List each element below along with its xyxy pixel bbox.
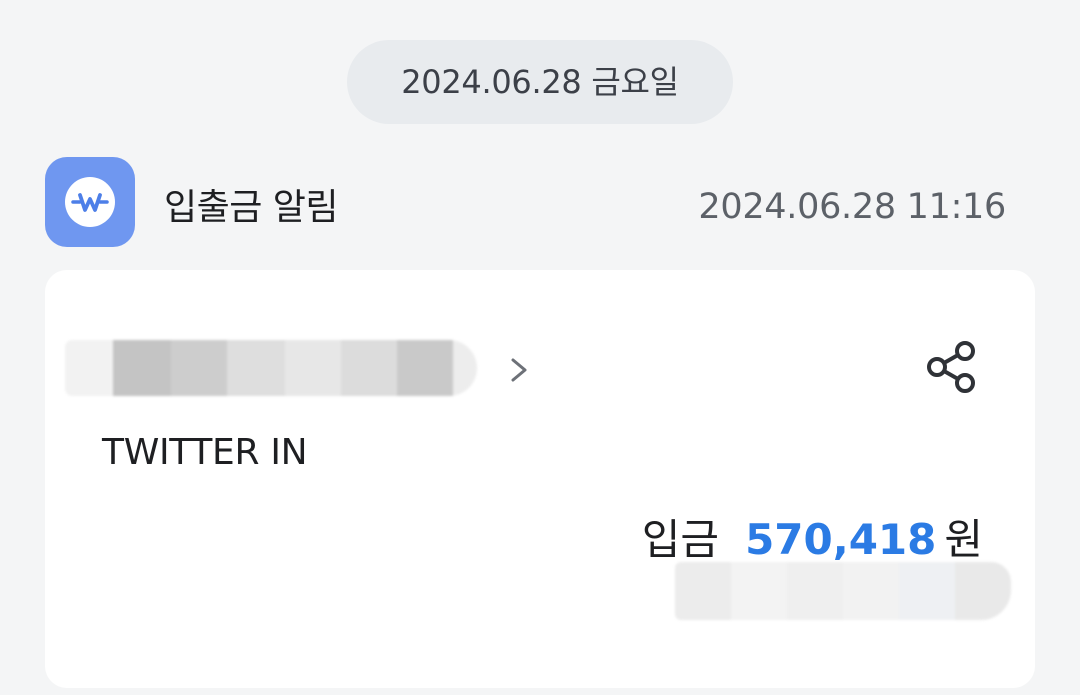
- app-icon[interactable]: [45, 157, 135, 247]
- share-icon[interactable]: [921, 336, 983, 398]
- transaction-memo: TWITTER IN: [102, 432, 308, 473]
- chevron-right-icon[interactable]: [505, 350, 535, 390]
- date-divider: 2024.06.28 금요일: [347, 40, 733, 124]
- redacted-balance: [675, 562, 1011, 620]
- transaction-card[interactable]: TWITTER IN 입금 570,418 원: [45, 270, 1035, 688]
- w-logo-icon: [65, 177, 115, 227]
- app-name: 입출금 알림: [164, 187, 339, 228]
- transaction-type: 입금: [641, 515, 720, 564]
- currency-unit: 원: [944, 515, 983, 564]
- amount-row: 입금 570,418 원: [642, 506, 983, 567]
- notification-timestamp: 2024.06.28 11:16: [698, 187, 1006, 227]
- redacted-account-name: [65, 340, 477, 396]
- transaction-amount: 570,418: [745, 515, 937, 564]
